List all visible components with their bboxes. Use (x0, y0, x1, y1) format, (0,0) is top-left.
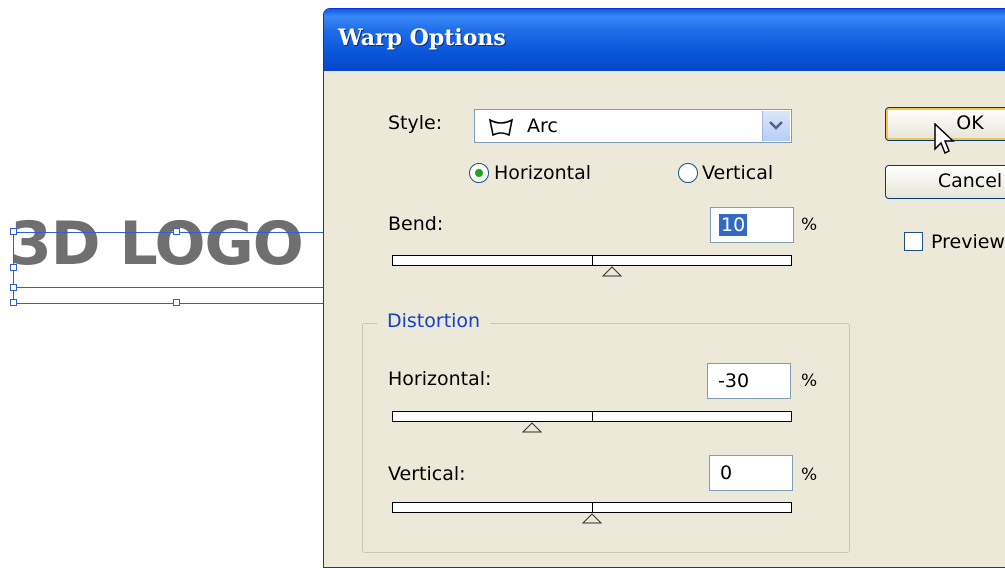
dialog-title: Warp Options (338, 25, 506, 51)
bend-slider-track[interactable] (392, 255, 792, 266)
distortion-title: Distortion (377, 310, 491, 332)
distortion-horizontal-value: -30 (718, 370, 750, 392)
bend-label: Bend: (388, 213, 444, 235)
distortion-horizontal-input[interactable]: -30 (707, 363, 791, 399)
distortion-horizontal-slider-thumb[interactable] (522, 422, 542, 433)
arc-warp-icon (487, 116, 515, 142)
warp-options-dialog: Warp Options Style: Arc Horizontal Verti… (323, 8, 1005, 568)
distortion-vertical-value: 0 (720, 462, 733, 484)
bend-value: 10 (719, 214, 748, 236)
selection-handle[interactable] (10, 264, 17, 271)
bend-input[interactable]: 10 (710, 207, 794, 243)
distortion-vertical-slider-thumb[interactable] (582, 513, 602, 524)
distortion-vertical-unit: % (801, 465, 818, 485)
dialog-body: Style: Arc Horizontal Vertical Bend: 10 … (326, 71, 1005, 567)
radio-horizontal[interactable] (469, 163, 489, 183)
radio-vertical[interactable] (678, 163, 698, 183)
distortion-horizontal-label: Horizontal: (388, 368, 492, 390)
distortion-vertical-input[interactable]: 0 (709, 455, 793, 491)
distortion-horizontal-unit: % (801, 371, 818, 391)
distortion-vertical-slider-track[interactable] (392, 502, 792, 513)
distortion-horizontal-slider-track[interactable] (392, 411, 792, 422)
title-bar[interactable]: Warp Options (324, 9, 1005, 71)
selection-handle[interactable] (173, 299, 180, 306)
mouse-cursor-icon (934, 123, 955, 155)
style-dropdown[interactable]: Arc (474, 109, 792, 143)
selection-handle[interactable] (10, 299, 17, 306)
style-label: Style: (388, 112, 443, 134)
logo-text[interactable]: 3D LOGO (10, 214, 304, 274)
selection-handle[interactable] (10, 228, 17, 235)
bend-slider-thumb[interactable] (602, 266, 622, 277)
chevron-down-icon[interactable] (762, 111, 790, 141)
style-selected-value: Arc (527, 115, 558, 137)
distortion-group: Distortion (362, 310, 850, 553)
distortion-vertical-label: Vertical: (388, 463, 466, 485)
bend-unit: % (801, 215, 818, 235)
radio-horizontal-label[interactable]: Horizontal (494, 162, 591, 184)
preview-label[interactable]: Preview (931, 231, 1005, 253)
selection-handle[interactable] (173, 228, 180, 235)
selection-handle[interactable] (10, 284, 17, 291)
cancel-button[interactable]: Cancel (885, 165, 1005, 199)
radio-vertical-label[interactable]: Vertical (702, 162, 773, 184)
preview-checkbox[interactable] (904, 232, 923, 251)
